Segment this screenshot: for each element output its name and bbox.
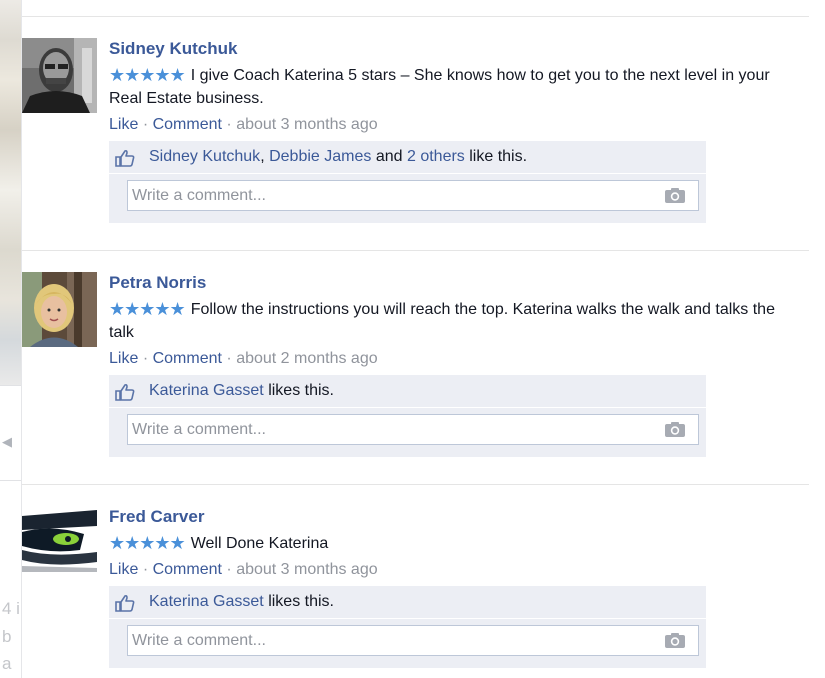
likes-suffix: like this. <box>469 148 528 165</box>
review-message: I give Coach Katerina 5 stars – She know… <box>109 67 770 107</box>
background-photo <box>0 0 22 385</box>
thumbs-up-icon <box>115 594 135 612</box>
comment-link[interactable]: Comment <box>153 561 222 578</box>
camera-icon[interactable] <box>664 632 686 649</box>
review-post: Fred Carver ★★★★★ Well Done Katerina Like… <box>22 506 809 678</box>
comment-row <box>109 408 706 457</box>
comment-row <box>109 174 706 223</box>
review-text: ★★★★★ Well Done Katerina <box>109 531 799 555</box>
thumbs-up-icon <box>115 383 135 401</box>
review-message: Well Done Katerina <box>190 535 329 552</box>
separator: · <box>226 116 232 133</box>
review-text: ★★★★★ Follow the instructions you will re… <box>109 297 799 344</box>
comment-link[interactable]: Comment <box>153 116 222 133</box>
post-actions: Like · Comment · about 2 months ago <box>109 348 799 370</box>
divider <box>22 250 809 251</box>
separator: · <box>142 116 149 133</box>
star-rating: ★★★★★ <box>109 533 186 553</box>
feedback-box: Katerina Gasset likes this. <box>109 586 706 668</box>
comment-input[interactable] <box>128 181 658 210</box>
background-page-fragment: ◀ 4 i b a <box>0 0 22 678</box>
likes-summary: Sidney Kutchuk, Debbie James and 2 other… <box>109 141 706 174</box>
review-text: ★★★★★ I give Coach Katerina 5 stars – She… <box>109 63 799 110</box>
liker-name[interactable]: Katerina Gasset <box>149 382 264 399</box>
comment-box <box>127 625 699 656</box>
liker-name[interactable]: Debbie James <box>269 148 371 165</box>
background-text: 4 i <box>2 599 20 618</box>
comment-link[interactable]: Comment <box>153 350 222 367</box>
avatar[interactable] <box>22 38 97 113</box>
like-link[interactable]: Like <box>109 116 138 133</box>
likes-suffix: likes this. <box>268 382 334 399</box>
author-name[interactable]: Petra Norris <box>109 272 799 294</box>
divider <box>22 484 809 485</box>
others-link[interactable]: 2 others <box>407 148 465 165</box>
post-actions: Like · Comment · about 3 months ago <box>109 559 799 581</box>
review-message: Follow the instructions you will reach t… <box>109 301 775 341</box>
star-rating: ★★★★★ <box>109 65 186 85</box>
background-text: a <box>2 654 12 673</box>
star-rating: ★★★★★ <box>109 299 186 319</box>
separator: · <box>226 350 232 367</box>
reviews-page: ◀ 4 i b a Sidney Kutchuk ★★★★★ I give Co… <box>0 0 825 678</box>
comment-input[interactable] <box>128 626 658 655</box>
separator: · <box>226 561 232 578</box>
timestamp[interactable]: about 2 months ago <box>236 350 377 367</box>
avatar[interactable] <box>22 506 97 581</box>
likes-suffix: likes this. <box>268 593 334 610</box>
feedback-box: Katerina Gasset likes this. <box>109 375 706 457</box>
and-text: and <box>375 148 403 165</box>
comment-input[interactable] <box>128 415 658 444</box>
like-link[interactable]: Like <box>109 561 138 578</box>
post-body: Sidney Kutchuk ★★★★★ I give Coach Katerin… <box>109 38 799 223</box>
user-photo-icon <box>22 38 97 113</box>
camera-icon[interactable] <box>664 187 686 204</box>
timestamp[interactable]: about 3 months ago <box>236 116 377 133</box>
comment-row <box>109 619 706 668</box>
like-link[interactable]: Like <box>109 350 138 367</box>
feedback-box: Sidney Kutchuk, Debbie James and 2 other… <box>109 141 706 223</box>
separator: · <box>142 350 149 367</box>
divider <box>0 480 22 481</box>
post-body: Fred Carver ★★★★★ Well Done Katerina Like… <box>109 506 799 668</box>
review-post: Petra Norris ★★★★★ Follow the instruction… <box>22 272 809 472</box>
user-photo-icon <box>22 506 97 581</box>
likes-summary: Katerina Gasset likes this. <box>109 375 706 408</box>
author-name[interactable]: Sidney Kutchuk <box>109 38 799 60</box>
liker-name[interactable]: Katerina Gasset <box>149 593 264 610</box>
background-text: b <box>2 627 12 646</box>
divider <box>22 16 809 17</box>
post-actions: Like · Comment · about 3 months ago <box>109 114 799 136</box>
comma: , <box>260 148 265 165</box>
likes-summary: Katerina Gasset likes this. <box>109 586 706 619</box>
camera-icon[interactable] <box>664 421 686 438</box>
user-photo-icon <box>22 272 97 347</box>
megaphone-icon: ◀ <box>2 434 12 449</box>
divider <box>0 385 22 386</box>
comment-box <box>127 414 699 445</box>
avatar[interactable] <box>22 272 97 347</box>
comment-box <box>127 180 699 211</box>
review-post: Sidney Kutchuk ★★★★★ I give Coach Katerin… <box>22 38 809 238</box>
author-name[interactable]: Fred Carver <box>109 506 799 528</box>
liker-name[interactable]: Sidney Kutchuk <box>149 148 260 165</box>
thumbs-up-icon <box>115 149 135 167</box>
timestamp[interactable]: about 3 months ago <box>236 561 377 578</box>
post-body: Petra Norris ★★★★★ Follow the instruction… <box>109 272 799 457</box>
separator: · <box>142 561 149 578</box>
